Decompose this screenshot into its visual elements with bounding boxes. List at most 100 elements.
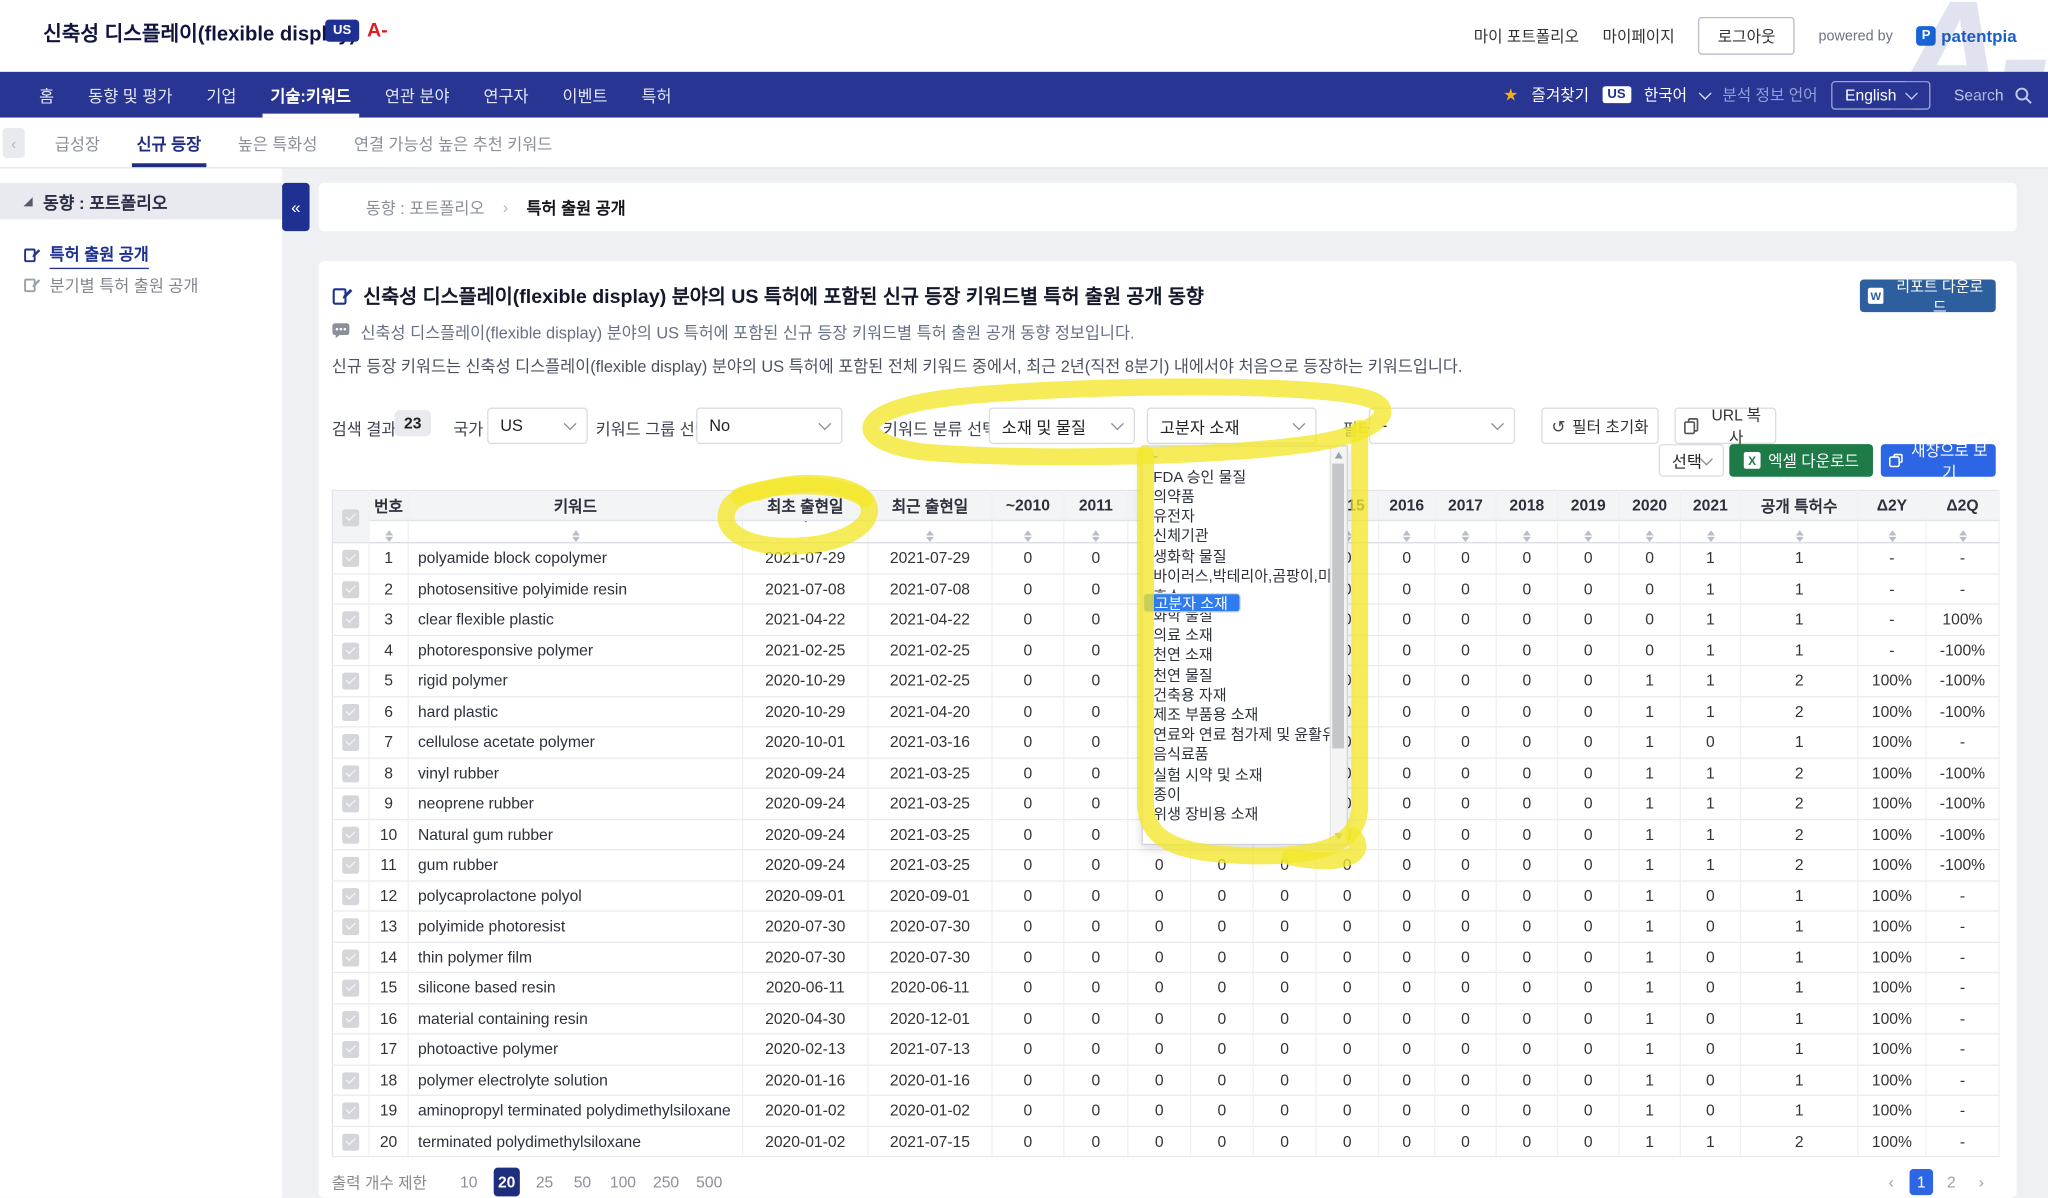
row-checkbox[interactable] bbox=[342, 1103, 359, 1120]
nav-item-1[interactable]: 홈 bbox=[39, 72, 54, 118]
column-header-17[interactable]: 공개 특허수 bbox=[1740, 490, 1858, 520]
row-checkbox[interactable] bbox=[342, 673, 359, 690]
dropdown-option[interactable]: 실험 시약 및 소재 bbox=[1143, 764, 1331, 784]
row-checkbox[interactable] bbox=[342, 949, 359, 966]
my-portfolio-link[interactable]: 마이 포트폴리오 bbox=[1474, 25, 1579, 47]
row-checkbox[interactable] bbox=[342, 612, 359, 629]
page-size-20[interactable]: 20 bbox=[494, 1168, 520, 1197]
dropdown-option[interactable]: 바이러스,박테리아,곰팡이,미생물 bbox=[1143, 566, 1331, 586]
subtab-4[interactable]: 연결 가능성 높은 추천 키워드 bbox=[354, 118, 552, 168]
row-checkbox[interactable] bbox=[342, 765, 359, 782]
filter-reset-button[interactable]: ↺ 필터 초기화 bbox=[1541, 408, 1659, 445]
open-new-window-button[interactable]: 새창으로 보기 bbox=[1881, 444, 1996, 477]
column-header-1[interactable]: 번호 bbox=[369, 490, 408, 520]
nav-item-4[interactable]: 기술:키워드 bbox=[270, 72, 351, 118]
report-download-button[interactable]: W 리포트 다운로드 bbox=[1860, 280, 1996, 313]
nav-item-3[interactable]: 기업 bbox=[206, 72, 236, 118]
page-size-100[interactable]: 100 bbox=[607, 1168, 638, 1197]
dropdown-option[interactable]: 천연 소재 bbox=[1143, 645, 1331, 665]
sort-control[interactable] bbox=[1619, 520, 1680, 542]
scrollbar-thumb[interactable] bbox=[1332, 464, 1344, 749]
dropdown-option[interactable]: 의약품 bbox=[1143, 486, 1331, 506]
filter-select[interactable]: - bbox=[1369, 408, 1515, 445]
scroll-down-icon[interactable] bbox=[1331, 828, 1347, 844]
dropdown-option[interactable]: 고분자 소재 bbox=[1143, 593, 1241, 613]
column-header-2[interactable]: 키워드 bbox=[408, 490, 742, 520]
subtab-2[interactable]: 신규 등장 bbox=[137, 118, 202, 168]
row-checkbox[interactable] bbox=[342, 581, 359, 598]
sidebar-tree-header[interactable]: 동향 : 포트폴리오 bbox=[0, 183, 282, 220]
my-page-link[interactable]: 마이페이지 bbox=[1603, 25, 1675, 47]
dropdown-option[interactable]: 음식료품 bbox=[1143, 744, 1331, 764]
column-header-4[interactable]: 최근 출현일 bbox=[868, 490, 992, 520]
row-checkbox[interactable] bbox=[342, 1134, 359, 1151]
country-select[interactable]: US bbox=[487, 408, 588, 445]
row-select-dropdown[interactable]: 선택 bbox=[1659, 444, 1724, 477]
row-checkbox[interactable] bbox=[342, 919, 359, 936]
nav-item-8[interactable]: 특허 bbox=[642, 72, 672, 118]
nav-item-2[interactable]: 동향 및 평가 bbox=[88, 72, 172, 118]
analysis-language-select[interactable]: English bbox=[1831, 80, 1931, 109]
page-size-25[interactable]: 25 bbox=[531, 1168, 557, 1197]
sort-control[interactable] bbox=[868, 520, 992, 542]
sort-control[interactable] bbox=[369, 520, 408, 542]
sort-control[interactable] bbox=[1858, 520, 1926, 542]
column-header-13[interactable]: 2018 bbox=[1496, 490, 1557, 520]
dropdown-option[interactable]: 제조 부품용 소재 bbox=[1143, 705, 1331, 725]
dropdown-option[interactable]: 종이 bbox=[1143, 784, 1331, 804]
nav-item-7[interactable]: 이벤트 bbox=[562, 72, 607, 118]
column-header-11[interactable]: 2016 bbox=[1379, 490, 1435, 520]
sidebar-item-2[interactable]: 분기별 특허 출원 공개 bbox=[24, 272, 199, 299]
column-header-14[interactable]: 2019 bbox=[1558, 490, 1619, 520]
page-size-500[interactable]: 500 bbox=[694, 1168, 725, 1197]
row-checkbox[interactable] bbox=[342, 550, 359, 567]
subtab-3[interactable]: 높은 특화성 bbox=[238, 118, 318, 168]
row-checkbox[interactable] bbox=[342, 642, 359, 659]
keyword-group-select[interactable]: No bbox=[696, 408, 842, 445]
sort-control[interactable] bbox=[743, 520, 868, 542]
sort-control[interactable] bbox=[1379, 520, 1435, 542]
row-checkbox[interactable] bbox=[342, 980, 359, 997]
tab-scroll-left-button[interactable]: ‹ bbox=[3, 128, 25, 158]
page-button-1[interactable]: 1 bbox=[1910, 1169, 1934, 1195]
next-page-button[interactable]: › bbox=[1970, 1169, 1994, 1195]
sort-control[interactable] bbox=[1558, 520, 1619, 542]
excel-download-button[interactable]: X 엑셀 다운로드 bbox=[1729, 444, 1873, 477]
dropdown-option[interactable]: FDA 승인 물질 bbox=[1143, 467, 1331, 487]
column-header-6[interactable]: 2011 bbox=[1064, 490, 1128, 520]
language-selector[interactable]: 한국어 bbox=[1644, 84, 1687, 106]
scroll-up-icon[interactable] bbox=[1331, 447, 1347, 463]
dropdown-option[interactable]: 유전자 bbox=[1143, 506, 1331, 526]
dropdown-option[interactable]: 의료 소재 bbox=[1143, 625, 1331, 645]
nav-item-5[interactable]: 연관 분야 bbox=[385, 72, 450, 118]
column-header-3[interactable]: 최초 출현일 bbox=[743, 490, 868, 520]
dropdown-option[interactable]: - bbox=[1143, 447, 1331, 467]
row-checkbox[interactable] bbox=[342, 1042, 359, 1059]
sidebar-collapse-button[interactable]: « bbox=[282, 183, 309, 231]
row-checkbox[interactable] bbox=[342, 796, 359, 813]
sort-control[interactable] bbox=[1926, 520, 1999, 542]
sort-control[interactable] bbox=[1064, 520, 1128, 542]
dropdown-option[interactable]: 생화학 물질 bbox=[1143, 546, 1331, 566]
sort-control[interactable] bbox=[1435, 520, 1496, 542]
nav-item-6[interactable]: 연구자 bbox=[483, 72, 528, 118]
select-all-checkbox[interactable] bbox=[342, 509, 359, 526]
column-header-15[interactable]: 2020 bbox=[1619, 490, 1680, 520]
row-checkbox[interactable] bbox=[342, 857, 359, 874]
dropdown-option[interactable]: 위생 장비용 소재 bbox=[1143, 804, 1331, 824]
subtab-1[interactable]: 급성장 bbox=[55, 118, 100, 168]
page-size-10[interactable]: 10 bbox=[456, 1168, 482, 1197]
column-header-19[interactable]: Δ2Q bbox=[1926, 490, 1999, 520]
sort-control[interactable] bbox=[408, 520, 742, 542]
sort-control[interactable] bbox=[1496, 520, 1557, 542]
row-checkbox[interactable] bbox=[342, 888, 359, 905]
column-header-5[interactable]: ~2010 bbox=[992, 490, 1064, 520]
page-size-250[interactable]: 250 bbox=[650, 1168, 681, 1197]
url-copy-button[interactable]: URL 복사 bbox=[1674, 408, 1776, 445]
row-checkbox[interactable] bbox=[342, 1011, 359, 1028]
keyword-subclass-select[interactable]: 고분자 소재 bbox=[1147, 408, 1317, 445]
favorite-button[interactable]: 즐겨찾기 bbox=[1531, 84, 1589, 106]
logout-button[interactable]: 로그아웃 bbox=[1698, 17, 1795, 55]
row-checkbox[interactable] bbox=[342, 704, 359, 721]
row-checkbox[interactable] bbox=[342, 735, 359, 752]
